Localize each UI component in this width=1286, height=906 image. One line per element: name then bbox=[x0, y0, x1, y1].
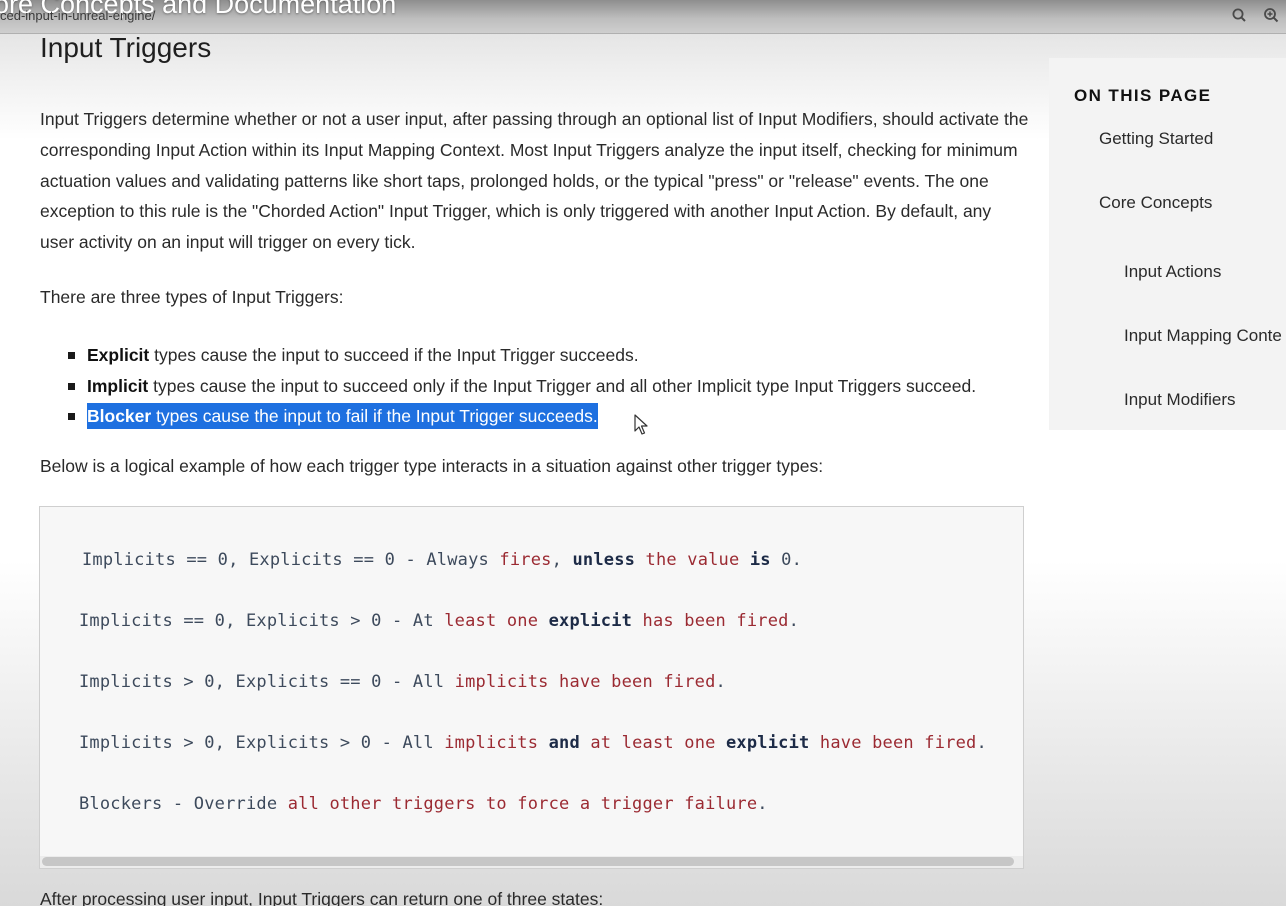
code-keyword: explicit bbox=[548, 611, 633, 631]
code-string: all other triggers to force a trigger fa… bbox=[287, 794, 758, 814]
toc-item-core-concepts[interactable]: Core Concepts bbox=[1099, 193, 1212, 213]
code-token: . bbox=[757, 794, 768, 814]
toc-heading: ON THIS PAGE bbox=[1074, 86, 1212, 105]
trigger-types-list: Explicit types cause the input to succee… bbox=[40, 340, 1030, 432]
page-url: ced-input-in-unreal-engine/ bbox=[0, 8, 156, 23]
code-keyword: explicit bbox=[726, 733, 810, 753]
list-item-implicit: Implicit types cause the input to succee… bbox=[40, 371, 1030, 402]
code-line: Implicits == 0, Explicits > 0 - At least… bbox=[79, 611, 799, 631]
code-keyword: unless bbox=[572, 550, 636, 570]
code-string: least one bbox=[444, 611, 539, 631]
code-token: 0. bbox=[770, 550, 803, 570]
intro-paragraph: Input Triggers determine whether or not … bbox=[40, 109, 1029, 253]
horizontal-scrollbar[interactable] bbox=[40, 856, 1023, 868]
toc-item-input-actions[interactable]: Input Actions bbox=[1124, 262, 1221, 282]
code-token: . bbox=[976, 733, 987, 753]
code-string: has been fired bbox=[642, 611, 789, 631]
code-block[interactable]: Implicits == 0, Explicits == 0 - Always … bbox=[39, 506, 1024, 869]
code-keyword: and bbox=[548, 733, 580, 753]
code-token: Implicits > 0, Explicits > 0 - All bbox=[79, 733, 445, 753]
code-string: implicits have been fired bbox=[454, 672, 716, 692]
code-token: . bbox=[715, 672, 726, 692]
list-item-blocker: Blocker types cause the input to fail if… bbox=[40, 401, 1030, 432]
example-intro: Below is a logical example of how each t… bbox=[40, 456, 824, 476]
list-item-explicit: Explicit types cause the input to succee… bbox=[40, 340, 1030, 371]
code-string: have been fired bbox=[819, 733, 977, 753]
code-line: Implicits > 0, Explicits == 0 - All impl… bbox=[79, 672, 726, 692]
toc-item-input-modifiers[interactable]: Input Modifiers bbox=[1124, 390, 1236, 410]
section-heading: Input Triggers bbox=[40, 32, 212, 63]
toc-item-getting-started[interactable]: Getting Started bbox=[1099, 129, 1213, 149]
on-this-page-panel: ON THIS PAGE Getting Started Core Concep… bbox=[1049, 58, 1286, 430]
zoom-in-icon[interactable] bbox=[1262, 6, 1282, 26]
mouse-cursor-icon bbox=[634, 414, 650, 436]
code-token: Implicits == 0, Explicits > 0 - At bbox=[79, 611, 445, 631]
bullet-term: Blocker bbox=[87, 406, 152, 426]
video-overlay-bar: ore Concepts and Documentation ced-input… bbox=[0, 0, 1286, 34]
code-string: at least one bbox=[590, 733, 716, 753]
code-line: Implicits > 0, Explicits > 0 - All impli… bbox=[79, 733, 987, 753]
scrollbar-thumb[interactable] bbox=[42, 857, 1014, 866]
code-line: Implicits == 0, Explicits == 0 - Always … bbox=[82, 550, 802, 570]
text-selection[interactable]: Blocker types cause the input to fail if… bbox=[87, 403, 598, 429]
toc-item-input-mapping-context[interactable]: Input Mapping Conte bbox=[1124, 326, 1282, 346]
code-token: Implicits > 0, Explicits == 0 - All bbox=[79, 672, 455, 692]
code-token: , bbox=[551, 550, 573, 570]
code-token: Blockers - Override bbox=[79, 794, 288, 814]
bullet-text: types cause the input to fail if the Inp… bbox=[151, 406, 598, 426]
types-intro: There are three types of Input Triggers: bbox=[40, 287, 344, 307]
code-string: the value bbox=[645, 550, 740, 570]
bullet-term: Implicit bbox=[87, 375, 149, 396]
bullet-text: types cause the input to succeed only if… bbox=[148, 375, 977, 396]
code-keyword: is bbox=[749, 550, 771, 570]
search-icon[interactable] bbox=[1230, 6, 1250, 26]
code-token: . bbox=[788, 611, 800, 631]
bullet-term: Explicit bbox=[87, 345, 150, 365]
after-code-paragraph: After processing user input, Input Trigg… bbox=[40, 889, 604, 906]
code-line: Blockers - Override all other triggers t… bbox=[79, 794, 768, 814]
code-token: Implicits == 0, Explicits == 0 - Always bbox=[82, 550, 500, 570]
code-string: implicits bbox=[444, 733, 539, 753]
bullet-text: types cause the input to succeed if the … bbox=[149, 345, 639, 365]
code-string: fires bbox=[499, 550, 552, 570]
